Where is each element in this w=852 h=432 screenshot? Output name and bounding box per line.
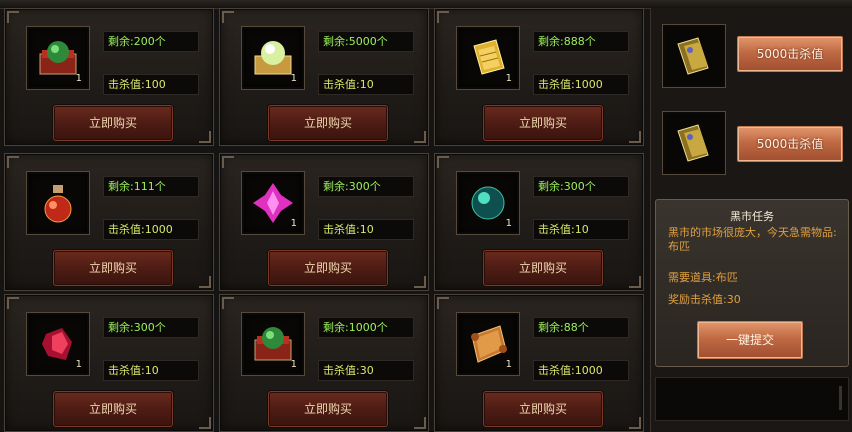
red-box-green-orb-icon [39, 41, 77, 75]
buy-now-button[interactable]: 立即购买 [268, 250, 388, 286]
kill-value: 击杀值:1000 [533, 74, 629, 95]
stock-remaining: 剩余:88个 [533, 317, 629, 338]
stock-remaining: 剩余:300个 [103, 317, 199, 338]
item-slot[interactable]: 1 [242, 172, 304, 234]
quest-reward: 奖励击杀值:30 [668, 293, 741, 306]
one-click-submit-button[interactable]: 一键提交 [697, 321, 803, 359]
kill-value: 击杀值:100 [103, 74, 199, 95]
stock-remaining: 剩余:888个 [533, 31, 629, 52]
red-gem-icon [42, 328, 72, 360]
shop-item-card: 1 剩余:200个 击杀值:100 立即购买 [4, 8, 214, 146]
exchange-5000-button[interactable]: 5000击杀值 [737, 126, 843, 162]
item-quantity: 1 [505, 218, 512, 229]
item-quantity: 1 [290, 73, 297, 84]
message-box[interactable] [655, 377, 849, 421]
quest-title: 黑市任务 [730, 210, 774, 223]
scrollbar[interactable] [839, 386, 842, 410]
item-quantity: 1 [290, 218, 297, 229]
item-quantity: 1 [505, 359, 512, 370]
buy-now-button[interactable]: 立即购买 [53, 250, 173, 286]
black-market-window: 1 剩余:200个 击杀值:100 立即购买 1 剩余:5000个 击杀值:10… [0, 0, 852, 432]
exchange-5000-button[interactable]: 5000击杀值 [737, 36, 843, 72]
item-slot[interactable]: 1 [457, 313, 519, 375]
teal-orb-icon [471, 186, 505, 220]
item-slot[interactable]: 1 [27, 313, 89, 375]
shop-item-card: 1 剩余:1000个 击杀值:30 立即购买 [219, 294, 429, 432]
golden-card-icon [677, 124, 709, 162]
stock-remaining: 剩余:5000个 [318, 31, 414, 52]
item-slot[interactable]: 1 [457, 172, 519, 234]
kill-value: 击杀值:10 [318, 219, 414, 240]
glowing-orb-box-icon [254, 41, 292, 75]
shop-item-card: 1 剩余:888个 击杀值:1000 立即购买 [434, 8, 644, 146]
shop-item-card: 剩余:111个 击杀值:1000 立即购买 [4, 153, 214, 291]
shop-item-card: 1 剩余:88个 击杀值:1000 立即购买 [434, 294, 644, 432]
red-potion-icon [44, 185, 72, 223]
kill-value: 击杀值:10 [103, 360, 199, 381]
stock-remaining: 剩余:300个 [318, 176, 414, 197]
item-quantity: 1 [290, 359, 297, 370]
right-sidebar: 5000击杀值 5000击杀值 黑市任务 黑市的市场很庞大，今天急需物品:布匹 … [650, 8, 852, 432]
item-quantity: 1 [75, 359, 82, 370]
item-slot[interactable]: 1 [242, 27, 304, 89]
buy-now-button[interactable]: 立即购买 [53, 391, 173, 427]
item-quantity: 1 [505, 73, 512, 84]
buy-now-button[interactable]: 立即购买 [483, 250, 603, 286]
buy-now-button[interactable]: 立即购买 [53, 105, 173, 141]
quest-required-item: 需要道具:布匹 [668, 271, 738, 284]
shop-item-card: 1 剩余:300个 击杀值:10 立即购买 [434, 153, 644, 291]
black-market-quest-panel: 黑市任务 黑市的市场很庞大，今天急需物品:布匹 需要道具:布匹 奖励击杀值:30… [655, 199, 849, 367]
stock-remaining: 剩余:1000个 [318, 317, 414, 338]
stock-remaining: 剩余:111个 [103, 176, 199, 197]
shop-item-card: 1 剩余:300个 击杀值:10 立即购买 [4, 294, 214, 432]
buy-now-button[interactable]: 立即购买 [483, 105, 603, 141]
golden-ticket-icon [473, 39, 505, 75]
pink-crystal-icon [253, 183, 293, 223]
buy-now-button[interactable]: 立即购买 [483, 391, 603, 427]
buy-now-button[interactable]: 立即购买 [268, 105, 388, 141]
item-slot[interactable]: 1 [457, 27, 519, 89]
kill-value: 击杀值:30 [318, 360, 414, 381]
scroll-icon [471, 325, 507, 363]
item-quantity: 1 [75, 73, 82, 84]
offer-slot[interactable] [663, 25, 725, 87]
item-slot[interactable]: 1 [242, 313, 304, 375]
item-slot[interactable] [27, 172, 89, 234]
quest-description: 黑市的市场很庞大，今天急需物品:布匹 [668, 226, 837, 253]
buy-now-button[interactable]: 立即购买 [268, 391, 388, 427]
shop-item-card: 1 剩余:300个 击杀值:10 立即购买 [219, 153, 429, 291]
red-box-green-orb-icon [254, 327, 292, 361]
kill-value: 击杀值:10 [533, 219, 629, 240]
kill-value: 击杀值:1000 [103, 219, 199, 240]
stock-remaining: 剩余:200个 [103, 31, 199, 52]
item-slot[interactable]: 1 [27, 27, 89, 89]
kill-value: 击杀值:10 [318, 74, 414, 95]
golden-card-icon [677, 37, 709, 75]
offer-slot[interactable] [663, 112, 725, 174]
kill-value: 击杀值:1000 [533, 360, 629, 381]
shop-item-card: 1 剩余:5000个 击杀值:10 立即购买 [219, 8, 429, 146]
stock-remaining: 剩余:300个 [533, 176, 629, 197]
